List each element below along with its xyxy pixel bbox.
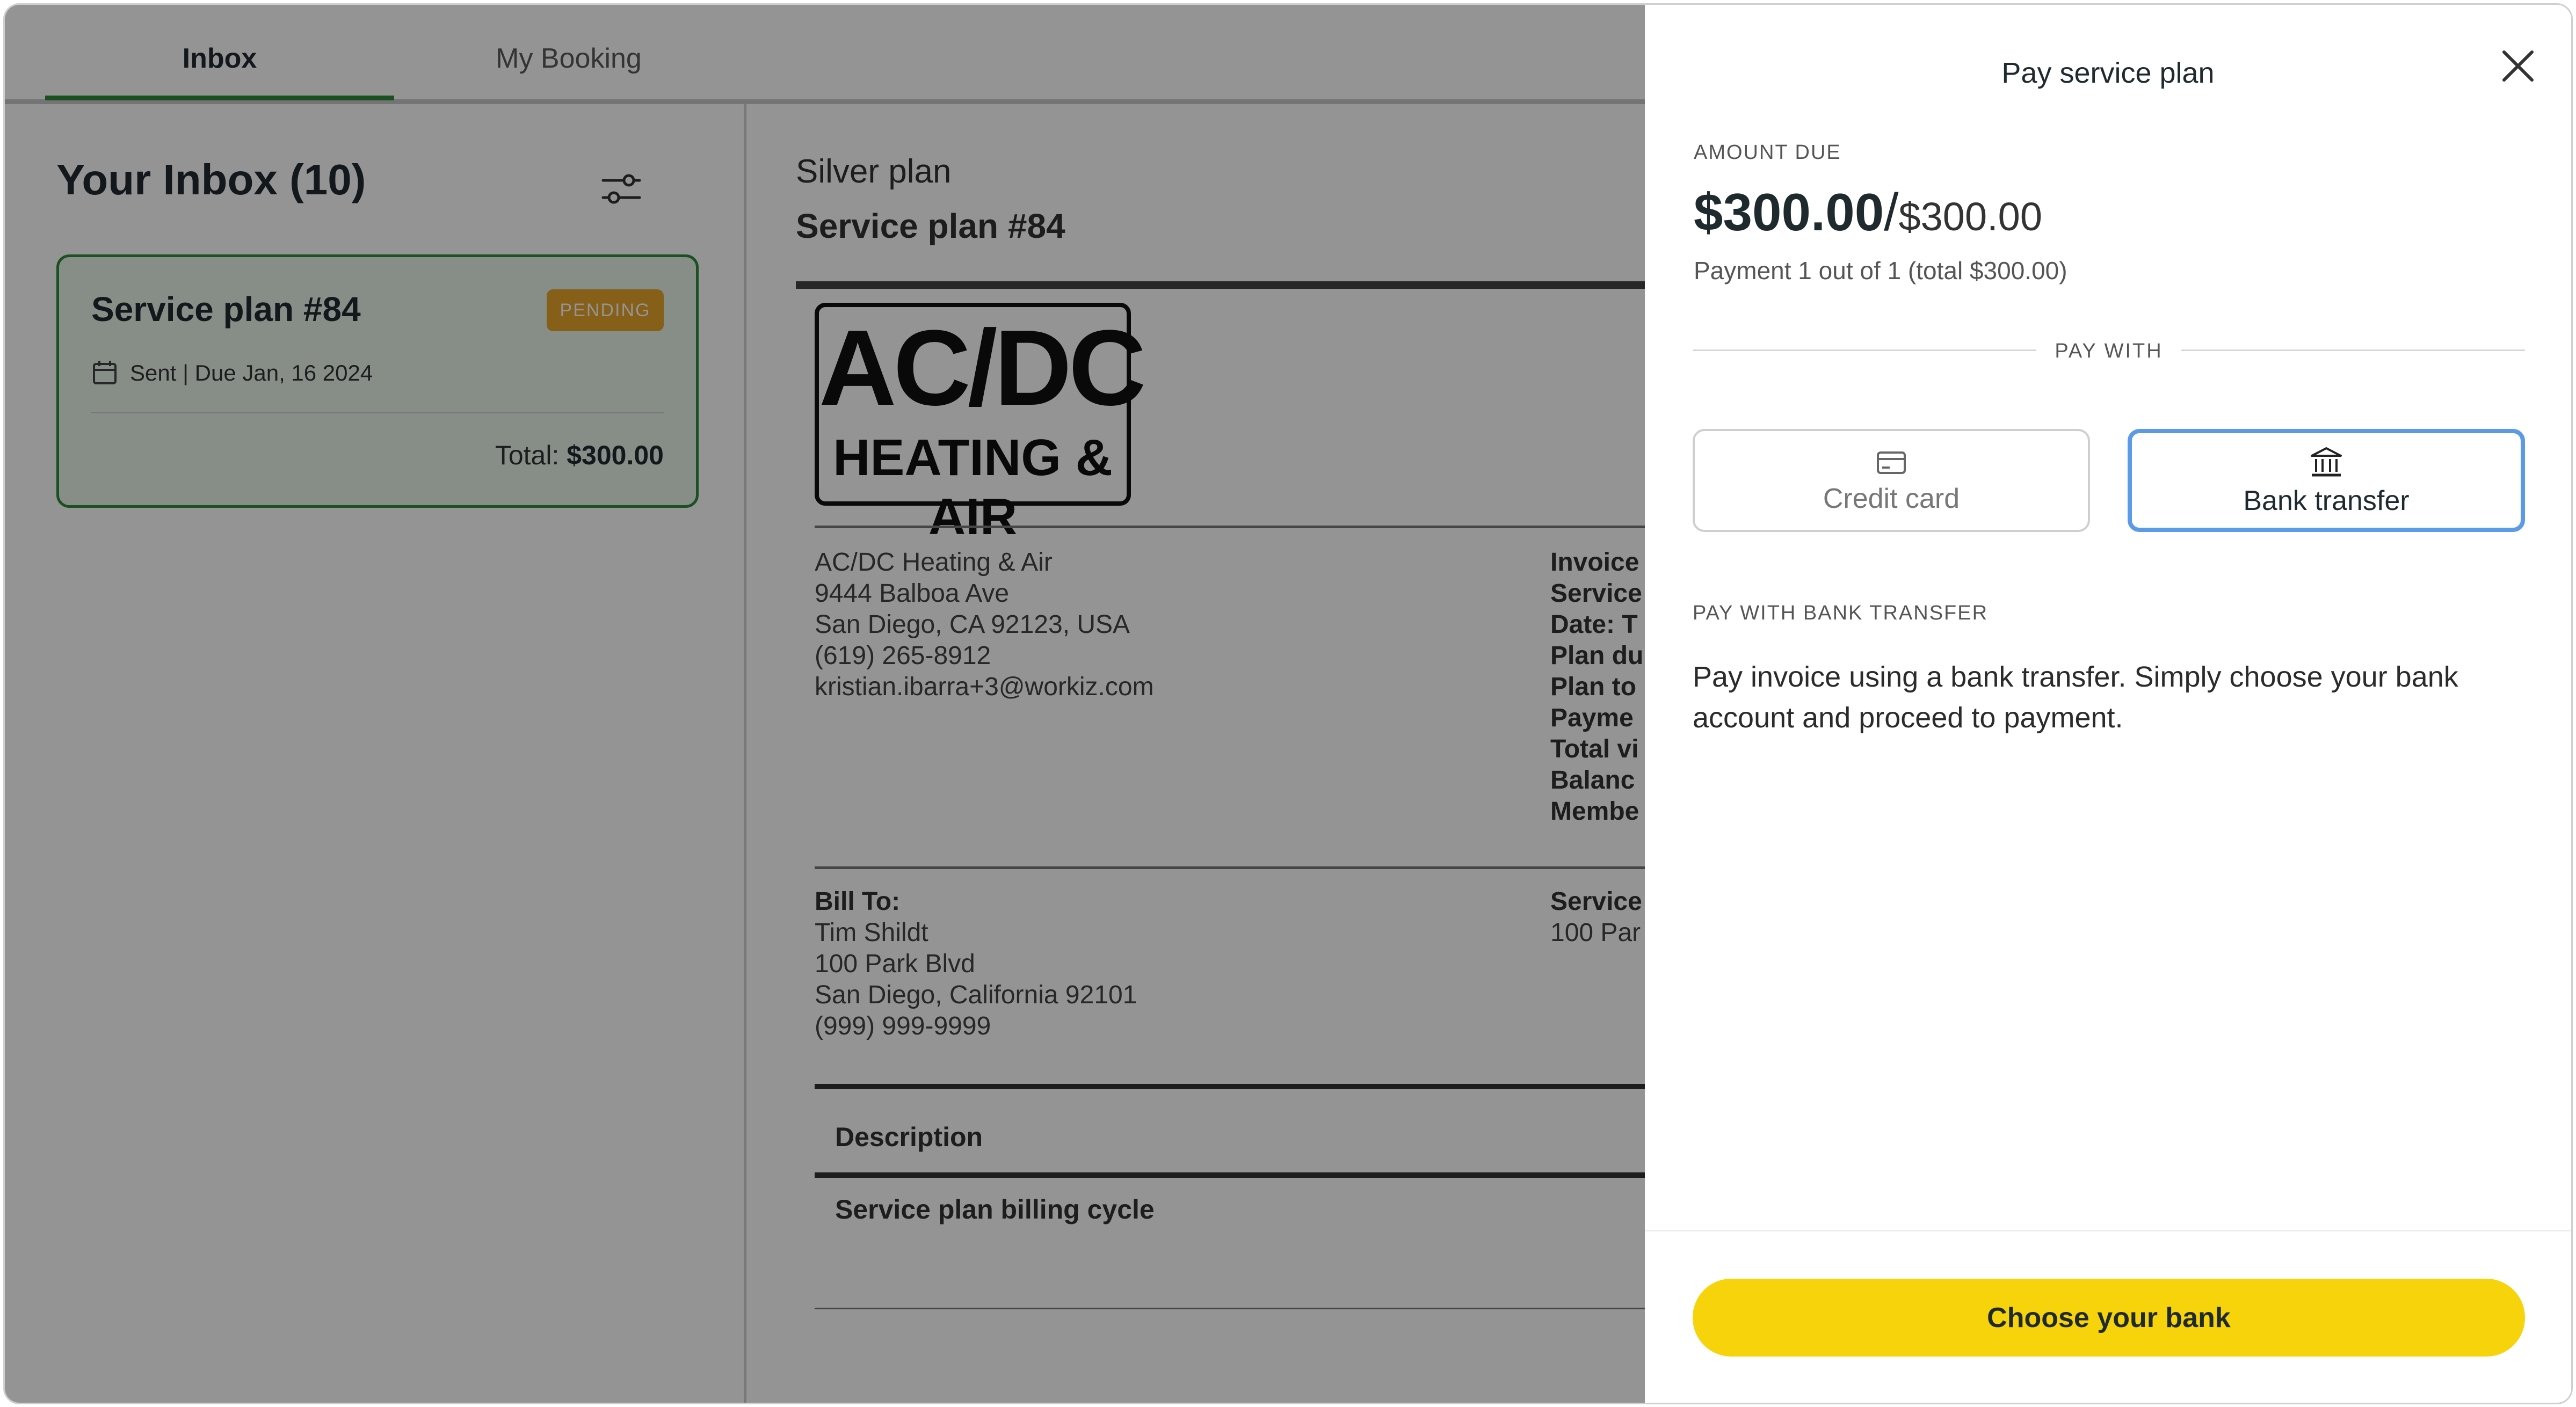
amount-due-label: AMOUNT DUE (1694, 141, 1841, 164)
amount-due-value: $300.00 (1694, 183, 1884, 242)
drawer-footer: Choose your bank (1645, 1230, 2571, 1403)
bank-transfer-description: Pay invoice using a bank transfer. Simpl… (1693, 661, 2458, 734)
drawer-title: Pay service plan (2001, 57, 2215, 89)
amount-separator: / (1884, 183, 1899, 242)
pay-service-plan-drawer: Pay service plan AMOUNT DUE $300.00/$300… (1645, 5, 2571, 1403)
amount-due: $300.00/$300.00 (1694, 182, 2042, 243)
choose-bank-button[interactable]: Choose your bank (1693, 1279, 2525, 1357)
pay-with-divider: PAY WITH (1693, 335, 2525, 367)
pay-with-label: PAY WITH (2055, 340, 2163, 362)
credit-card-option[interactable]: Credit card (1693, 429, 2090, 532)
bank-transfer-section-label: PAY WITH BANK TRANSFER (1693, 602, 1989, 624)
divider-line (2181, 349, 2525, 351)
modal-backdrop[interactable] (5, 5, 1645, 1403)
amount-total-value: $300.00 (1898, 194, 2042, 239)
credit-card-label: Credit card (1823, 483, 1960, 514)
close-icon[interactable] (2499, 47, 2537, 85)
credit-card-icon (1877, 451, 1906, 474)
bank-transfer-label: Bank transfer (2243, 485, 2410, 516)
bank-transfer-option[interactable]: Bank transfer (2128, 429, 2525, 532)
customer-portal: Inbox My Booking Your Inbox (10) Service… (5, 5, 1674, 1403)
payment-info: Payment 1 out of 1 (total $300.00) (1694, 257, 2067, 285)
browser-frame: Inbox My Booking Your Inbox (10) Service… (3, 3, 2573, 1404)
bank-icon (2311, 447, 2342, 477)
